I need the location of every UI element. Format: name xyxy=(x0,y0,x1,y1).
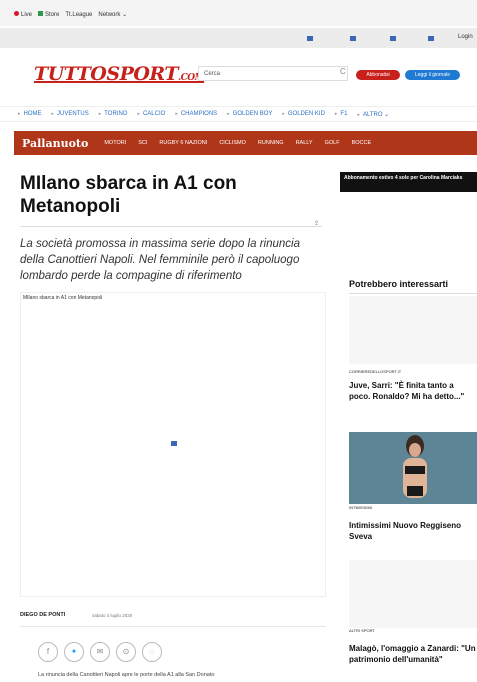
section-title[interactable]: Pallanuoto xyxy=(22,137,88,150)
subscribe-button[interactable]: Abbonatisi xyxy=(356,70,400,80)
whatsapp-share-icon[interactable]: ◌ xyxy=(142,642,162,662)
article-author[interactable]: DIEGO DE PONTI xyxy=(20,612,65,618)
media-caption: MIlano sbarca in A1 con Metanopoli xyxy=(23,295,103,301)
main-nav: HOME JUVENTUS TORINO CALCIO CHAMPIONS GO… xyxy=(0,106,477,122)
facebook-share-icon[interactable]: f xyxy=(38,642,58,662)
nav-item-altro[interactable]: ALTRO ⌄ xyxy=(357,111,389,118)
league-link[interactable]: Tt.League xyxy=(65,12,92,18)
facebook-icon[interactable] xyxy=(307,36,313,41)
sport-section-bar: Pallanuoto Motori Sci Rugby 6 Nazioni Ci… xyxy=(14,131,477,155)
sport-item-motori[interactable]: Motori xyxy=(104,140,126,146)
logo-text: TUTTOSPORT xyxy=(34,63,179,85)
store-link[interactable]: Store xyxy=(38,11,59,18)
login-link[interactable]: Login xyxy=(458,34,473,40)
sport-item-bocce[interactable]: Bocce xyxy=(352,140,372,146)
nav-item-juventus[interactable]: JUVENTUS xyxy=(52,111,89,117)
card-1-source: CORRIEREDELLOSPORT.IT xyxy=(349,369,402,374)
youtube-icon[interactable] xyxy=(428,36,434,41)
article-media[interactable]: MIlano sbarca in A1 con Metanopoli xyxy=(20,292,326,597)
recommended-title: Potrebbero interessarti xyxy=(349,279,449,289)
nav-item-calcio[interactable]: CALCIO xyxy=(137,111,165,117)
nav-item-champions[interactable]: CHAMPIONS xyxy=(175,111,217,117)
nav-item-torino[interactable]: TORINO xyxy=(99,111,127,117)
social-strip xyxy=(0,28,477,48)
sport-item-sci[interactable]: Sci xyxy=(138,140,147,146)
card-3-source: ALTRI SPORT xyxy=(349,628,375,633)
sport-item-ciclismo[interactable]: Ciclismo xyxy=(219,140,246,146)
card-3-image[interactable] xyxy=(349,560,477,628)
headline-divider xyxy=(20,226,322,227)
card-1-image[interactable] xyxy=(349,296,477,364)
search-icon[interactable]: C xyxy=(340,67,346,76)
share-icon[interactable]: ⇪ xyxy=(314,220,319,227)
twitter-share-icon[interactable]: ✦ xyxy=(64,642,84,662)
site-logo[interactable]: TUTTOSPORT.COM xyxy=(34,63,205,85)
store-icon xyxy=(38,11,44,16)
network-menu[interactable]: Network ⌄ xyxy=(98,11,127,18)
promo-banner[interactable]: Abbonamento estivo 4 sole per Carolina M… xyxy=(340,172,477,192)
article-subhead: La società promossa in massima serie dop… xyxy=(20,238,300,282)
nav-item-golden-boy[interactable]: GOLDEN BOY xyxy=(227,111,273,117)
email-share-icon[interactable]: ✉ xyxy=(90,642,110,662)
live-dot-icon xyxy=(14,11,19,16)
card-3-title[interactable]: Malagò, l'omaggio a Zanardi: "Un patrimo… xyxy=(349,643,477,665)
instagram-icon[interactable] xyxy=(390,36,396,41)
read-newspaper-button[interactable]: Leggi il giornale xyxy=(405,70,460,80)
share-buttons: f ✦ ✉ ⊙ ◌ xyxy=(38,642,162,662)
article-date: sabato 4 luglio 2020 xyxy=(92,613,133,618)
top-strip: Live Store Tt.League Network ⌄ xyxy=(0,0,477,26)
card-2-title[interactable]: Intimissimi Nuovo Reggiseno Sveva xyxy=(349,520,477,542)
sport-item-rugby[interactable]: Rugby 6 Nazioni xyxy=(159,140,207,146)
sport-item-running[interactable]: Running xyxy=(258,140,284,146)
store-label: Store xyxy=(45,12,60,18)
byline-divider xyxy=(20,626,326,627)
print-share-icon[interactable]: ⊙ xyxy=(116,642,136,662)
live-link[interactable]: Live xyxy=(14,11,32,18)
nav-item-golden-kid[interactable]: GOLDEN KID xyxy=(282,111,325,117)
sport-item-golf[interactable]: Golf xyxy=(325,140,340,146)
live-label: Live xyxy=(21,12,33,18)
card-2-source: INTIMISSIMI xyxy=(349,505,372,510)
article-headline: MIlano sbarca in A1 con Metanopoli xyxy=(20,173,237,217)
nav-item-home[interactable]: HOME xyxy=(18,111,42,117)
nav-item-f1[interactable]: F1 xyxy=(335,111,347,117)
twitter-icon[interactable] xyxy=(350,36,356,41)
sport-item-rally[interactable]: Rally xyxy=(296,140,313,146)
article-body: La rinuncia della Canottieri Napoli apre… xyxy=(38,672,215,678)
recommended-divider xyxy=(349,293,477,294)
card-2-image[interactable] xyxy=(349,432,477,504)
card-1-title[interactable]: Juve, Sarri: "È finita tanto a poco. Ron… xyxy=(349,380,477,402)
media-placeholder-icon xyxy=(171,441,177,446)
model-photo xyxy=(349,432,477,504)
search-input[interactable]: Cerca xyxy=(198,66,348,81)
